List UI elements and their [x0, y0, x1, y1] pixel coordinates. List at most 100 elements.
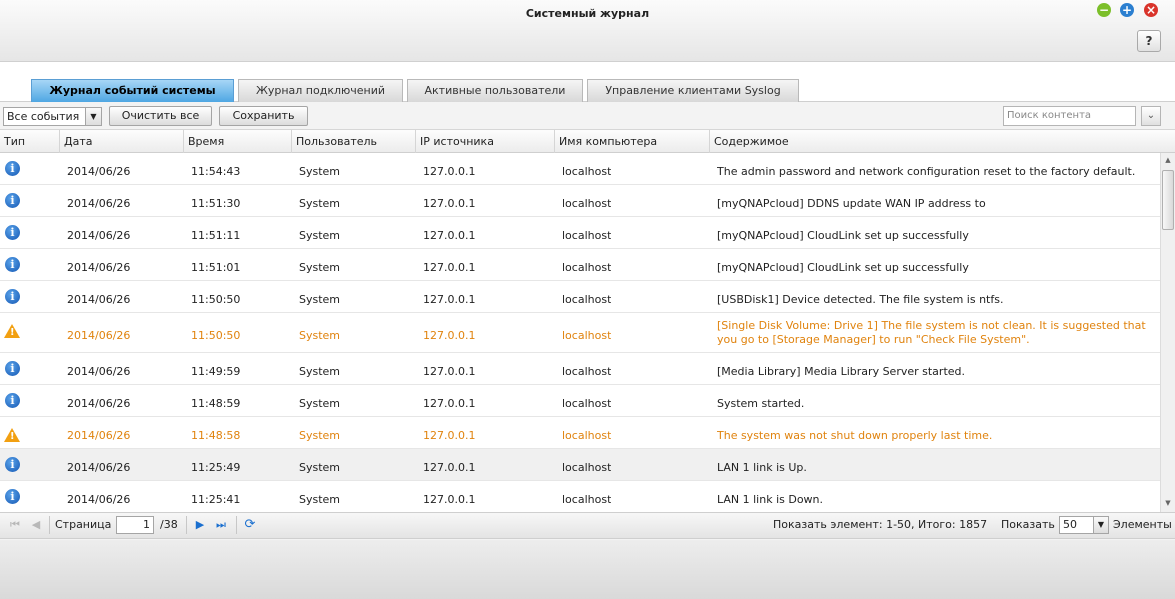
cell-content: The system was not shut down properly la…	[717, 429, 993, 442]
cell-user: System	[299, 293, 341, 306]
cell-ip: 127.0.0.1	[423, 493, 476, 506]
search-input[interactable]: Поиск контента	[1003, 106, 1136, 126]
cell-time: 11:25:49	[191, 461, 241, 474]
info-icon: i	[5, 489, 20, 504]
col-type[interactable]: Тип	[0, 130, 60, 153]
cell-host: localhost	[562, 261, 612, 274]
cell-time: 11:51:30	[191, 197, 241, 210]
cell-ip: 127.0.0.1	[423, 229, 476, 242]
table-row[interactable]: i 2014/06/26 11:49:59 System 127.0.0.1 localh…	[0, 353, 1160, 385]
info-icon: i	[5, 393, 20, 408]
maximize-icon[interactable]: +	[1120, 3, 1134, 17]
cell-host: localhost	[562, 397, 612, 410]
table-row[interactable]: i 2014/06/26 11:25:49 System 127.0.0.1 localh…	[0, 449, 1160, 481]
col-computer-name[interactable]: Имя компьютера	[555, 130, 710, 153]
next-page-icon[interactable]: ▶	[193, 517, 207, 533]
cell-time: 11:54:43	[191, 165, 241, 178]
cell-ip: 127.0.0.1	[423, 429, 476, 442]
chevron-down-icon: ▼	[1093, 517, 1108, 533]
cell-user: System	[299, 197, 341, 210]
pager-separator	[49, 516, 50, 534]
total-pages: /38	[160, 518, 178, 531]
cell-ip: 127.0.0.1	[423, 197, 476, 210]
cell-content: System started.	[717, 397, 805, 410]
col-source-ip[interactable]: IP источника	[416, 130, 555, 153]
tab-syslog-clients[interactable]: Управление клиентами Syslog	[587, 79, 799, 102]
tab-system-events[interactable]: Журнал событий системы	[31, 79, 234, 102]
event-filter-select[interactable]: Все события ▼	[3, 107, 102, 126]
cell-date: 2014/06/26	[67, 329, 131, 342]
cell-date: 2014/06/26	[67, 165, 131, 178]
scroll-down-icon[interactable]: ▼	[1163, 498, 1173, 508]
col-date[interactable]: Дата	[60, 130, 184, 153]
table-row[interactable]: i 2014/06/26 11:25:41 System 127.0.0.1 localh…	[0, 481, 1160, 512]
first-page-icon[interactable]: ⏮	[8, 517, 22, 533]
table-row[interactable]: i 2014/06/26 11:51:01 System 127.0.0.1 localh…	[0, 249, 1160, 281]
info-icon: i	[5, 457, 20, 472]
refresh-icon[interactable]: ⟳	[243, 517, 257, 533]
cell-host: localhost	[562, 365, 612, 378]
save-button[interactable]: Сохранить	[219, 106, 308, 126]
vertical-scrollbar[interactable]: ▲ ▼	[1160, 153, 1175, 512]
cell-date: 2014/06/26	[67, 461, 131, 474]
cell-content: [USBDisk1] Device detected. The file sys…	[717, 293, 1004, 306]
info-icon: i	[5, 161, 20, 176]
info-icon: i	[5, 257, 20, 272]
cell-content: LAN 1 link is Down.	[717, 493, 824, 506]
page-number-input[interactable]: 1	[116, 516, 154, 534]
table-row[interactable]: i 2014/06/26 11:48:59 System 127.0.0.1 localh…	[0, 385, 1160, 417]
table-row[interactable]: i 2014/06/26 11:50:50 System 127.0.0.1 localh…	[0, 281, 1160, 313]
info-icon: i	[5, 193, 20, 208]
warning-icon: !	[4, 428, 20, 442]
cell-ip: 127.0.0.1	[423, 165, 476, 178]
table-row[interactable]: i 2014/06/26 11:54:43 System 127.0.0.1 localh…	[0, 153, 1160, 185]
table-row[interactable]: i 2014/06/26 11:51:11 System 127.0.0.1 localh…	[0, 217, 1160, 249]
cell-user: System	[299, 365, 341, 378]
clear-all-button[interactable]: Очистить все	[109, 106, 212, 126]
col-content[interactable]: Содержимое	[710, 130, 1175, 153]
tab-online-users[interactable]: Активные пользователи	[407, 79, 583, 102]
cell-user: System	[299, 461, 341, 474]
scroll-thumb[interactable]	[1162, 170, 1174, 230]
cell-user: System	[299, 229, 341, 242]
info-icon: i	[5, 289, 20, 304]
cell-time: 11:49:59	[191, 365, 241, 378]
table-row[interactable]: i 2014/06/26 11:51:30 System 127.0.0.1 localh…	[0, 185, 1160, 217]
help-button[interactable]: ?	[1137, 30, 1161, 52]
cell-host: localhost	[562, 493, 612, 506]
col-user[interactable]: Пользователь	[292, 130, 416, 153]
cell-user: System	[299, 165, 341, 178]
cell-host: localhost	[562, 293, 612, 306]
items-label: Элементы	[1113, 518, 1172, 531]
col-time[interactable]: Время	[184, 130, 292, 153]
scroll-up-icon[interactable]: ▲	[1163, 155, 1173, 165]
table-row[interactable]: ! 2014/06/26 11:50:50 System 127.0.0.1 localh…	[0, 313, 1160, 353]
cell-ip: 127.0.0.1	[423, 397, 476, 410]
search-expand-icon[interactable]: ⌄	[1141, 106, 1161, 126]
cell-ip: 127.0.0.1	[423, 293, 476, 306]
cell-ip: 127.0.0.1	[423, 461, 476, 474]
last-page-icon[interactable]: ⏭	[214, 517, 228, 533]
close-icon[interactable]: ×	[1144, 3, 1158, 17]
cell-time: 11:48:58	[191, 429, 241, 442]
cell-date: 2014/06/26	[67, 261, 131, 274]
minimize-icon[interactable]: −	[1097, 3, 1111, 17]
prev-page-icon[interactable]: ◀	[29, 517, 43, 533]
cell-user: System	[299, 397, 341, 410]
cell-ip: 127.0.0.1	[423, 261, 476, 274]
cell-user: System	[299, 493, 341, 506]
cell-time: 11:51:11	[191, 229, 241, 242]
info-icon: i	[5, 361, 20, 376]
cell-date: 2014/06/26	[67, 429, 131, 442]
table-row[interactable]: ! 2014/06/26 11:48:58 System 127.0.0.1 localh…	[0, 417, 1160, 449]
page-size-select[interactable]: 50 ▼	[1059, 516, 1109, 534]
items-summary: Показать элемент: 1-50, Итого: 1857	[773, 518, 988, 531]
cell-date: 2014/06/26	[67, 293, 131, 306]
page-size-value: 50	[1063, 518, 1077, 531]
event-filter-value: Все события	[7, 110, 80, 123]
tab-connections[interactable]: Журнал подключений	[238, 79, 403, 102]
pager-separator	[186, 516, 187, 534]
cell-content: [myQNAPcloud] DDNS update WAN IP address…	[717, 197, 986, 210]
cell-user: System	[299, 429, 341, 442]
page-label: Страница	[55, 518, 112, 531]
